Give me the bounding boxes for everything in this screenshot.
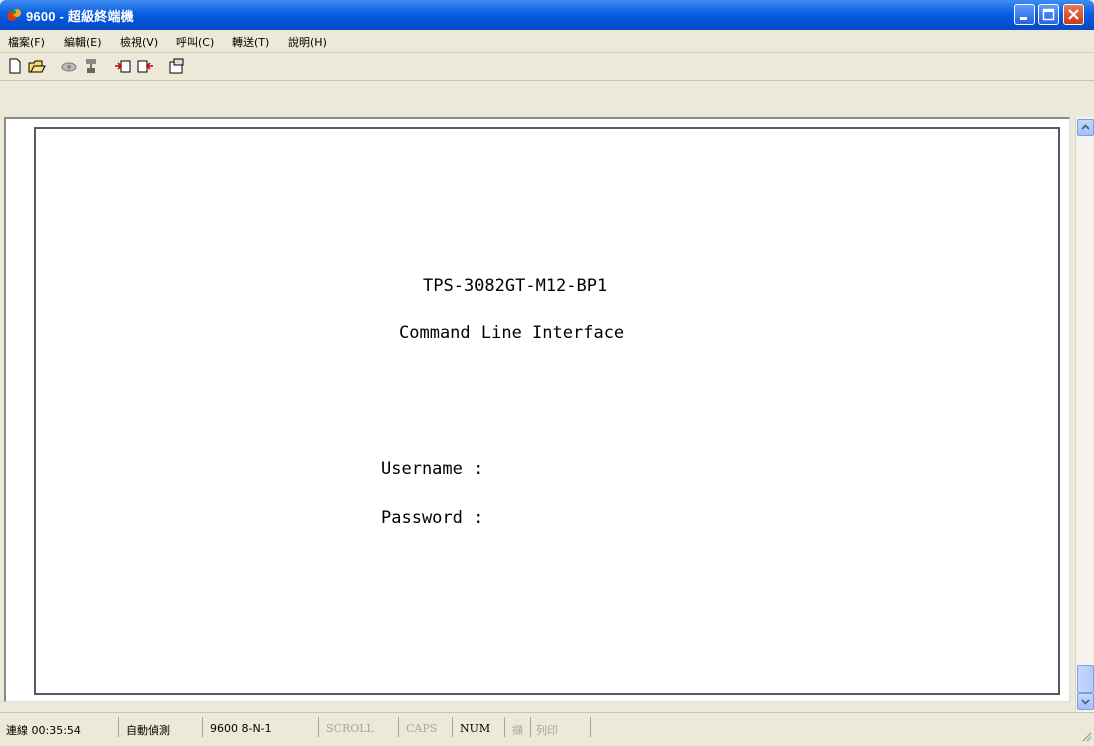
maximize-button[interactable] [1038,4,1059,25]
disconnect-icon[interactable] [82,57,100,75]
chevron-up-icon [1081,124,1090,130]
send-icon[interactable] [114,57,132,75]
close-button[interactable] [1063,4,1084,25]
status-caps: CAPS [406,722,438,735]
scroll-up-button[interactable] [1077,119,1094,136]
menu-transfer[interactable]: 轉送(T) [232,34,269,50]
status-separator [398,717,399,737]
status-separator [590,717,591,737]
window-title: 9600 - 超級終端機 [26,9,134,24]
status-separator [530,717,531,737]
menu-file[interactable]: 檔案(F) [8,34,45,50]
username-prompt: Username : [381,459,484,479]
scroll-thumb[interactable] [1077,665,1094,693]
status-separator [318,717,319,737]
status-bar: 連線 00:35:54 自動偵測 9600 8-N-1 SCROLL CAPS … [0,712,1094,742]
chevron-down-icon [1081,699,1090,705]
toolbar [0,53,1094,81]
menu-edit[interactable]: 編輯(E) [64,34,102,50]
status-capture: 擷 [512,724,523,737]
status-separator [504,717,505,737]
hyperterminal-app-icon[interactable] [6,7,22,23]
device-name: TPS-3082GT-M12-BP1 [423,276,608,296]
password-prompt: Password : [381,508,484,528]
hyperterminal-window: 9600 - 超級終端機 檔案(F) 編輯(E) 檢視(V) 呼叫(C) 轉送(… [0,0,1094,742]
title-bar[interactable]: 9600 - 超級終端機 [0,0,1094,30]
terminal-screen[interactable]: TPS-3082GT-M12-BP1 Command Line Interfac… [34,127,1060,695]
status-autodetect: 自動偵測 [126,724,170,737]
menu-bar: 檔案(F) 編輯(E) 檢視(V) 呼叫(C) 轉送(T) 說明(H) [0,30,1094,53]
call-icon[interactable] [60,57,78,75]
menu-help[interactable]: 說明(H) [288,34,327,50]
vertical-scrollbar[interactable] [1075,117,1094,712]
menu-call[interactable]: 呼叫(C) [176,34,214,50]
menu-view[interactable]: 檢視(V) [120,34,158,50]
status-connected-time: 連線 00:35:54 [6,724,81,737]
close-icon [1068,9,1079,20]
properties-icon[interactable] [168,57,186,75]
scroll-down-button[interactable] [1077,693,1094,710]
receive-icon[interactable] [136,57,154,75]
status-separator [118,717,119,737]
status-scroll: SCROLL [326,722,374,735]
minimize-button[interactable] [1014,4,1035,25]
open-icon[interactable] [28,57,46,75]
resize-grip-icon[interactable] [1080,727,1092,742]
status-port-settings: 9600 8-N-1 [210,722,272,735]
status-separator [452,717,453,737]
cli-subtitle: Command Line Interface [399,323,625,343]
status-separator [202,717,203,737]
new-icon[interactable] [6,57,24,75]
status-num: NUM [460,722,491,735]
status-print: 列印 [536,724,558,737]
